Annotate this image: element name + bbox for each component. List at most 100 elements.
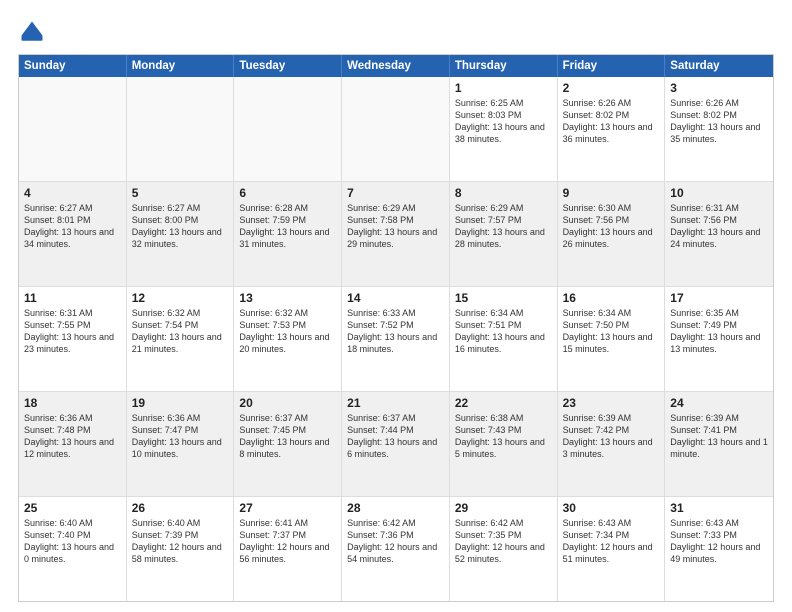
day-number: 9: [563, 186, 660, 200]
header-day-sunday: Sunday: [19, 55, 127, 77]
day-number: 8: [455, 186, 552, 200]
page: SundayMondayTuesdayWednesdayThursdayFrid…: [0, 0, 792, 612]
cell-info: Sunrise: 6:31 AM Sunset: 7:55 PM Dayligh…: [24, 307, 121, 356]
cell-info: Sunrise: 6:32 AM Sunset: 7:53 PM Dayligh…: [239, 307, 336, 356]
header-day-tuesday: Tuesday: [234, 55, 342, 77]
day-number: 7: [347, 186, 444, 200]
day-number: 20: [239, 396, 336, 410]
day-number: 4: [24, 186, 121, 200]
cell-info: Sunrise: 6:29 AM Sunset: 7:58 PM Dayligh…: [347, 202, 444, 251]
cell-info: Sunrise: 6:35 AM Sunset: 7:49 PM Dayligh…: [670, 307, 768, 356]
cal-cell-day-22: 22 Sunrise: 6:38 AM Sunset: 7:43 PM Dayli…: [450, 392, 558, 496]
cal-cell-day-21: 21 Sunrise: 6:37 AM Sunset: 7:44 PM Dayli…: [342, 392, 450, 496]
day-number: 16: [563, 291, 660, 305]
cal-row-2: 11 Sunrise: 6:31 AM Sunset: 7:55 PM Dayli…: [19, 287, 773, 392]
cal-cell-day-6: 6 Sunrise: 6:28 AM Sunset: 7:59 PM Daylig…: [234, 182, 342, 286]
cell-info: Sunrise: 6:43 AM Sunset: 7:33 PM Dayligh…: [670, 517, 768, 566]
cell-info: Sunrise: 6:33 AM Sunset: 7:52 PM Dayligh…: [347, 307, 444, 356]
cal-cell-day-1: 1 Sunrise: 6:25 AM Sunset: 8:03 PM Daylig…: [450, 77, 558, 181]
cal-cell-day-7: 7 Sunrise: 6:29 AM Sunset: 7:58 PM Daylig…: [342, 182, 450, 286]
day-number: 10: [670, 186, 768, 200]
day-number: 22: [455, 396, 552, 410]
cell-info: Sunrise: 6:42 AM Sunset: 7:36 PM Dayligh…: [347, 517, 444, 566]
cal-cell-day-5: 5Sunrise: 6:27 AM Sunset: 8:00 PM Daylig…: [127, 182, 235, 286]
cell-info: Sunrise: 6:37 AM Sunset: 7:44 PM Dayligh…: [347, 412, 444, 461]
cal-cell-day-30: 30 Sunrise: 6:43 AM Sunset: 7:34 PM Dayli…: [558, 497, 666, 601]
day-number: 17: [670, 291, 768, 305]
calendar-body: 1 Sunrise: 6:25 AM Sunset: 8:03 PM Daylig…: [19, 77, 773, 601]
day-number: 29: [455, 501, 552, 515]
cell-info: Sunrise: 6:36 AM Sunset: 7:47 PM Dayligh…: [132, 412, 229, 461]
cell-info: Sunrise: 6:42 AM Sunset: 7:35 PM Dayligh…: [455, 517, 552, 566]
cell-info: Sunrise: 6:39 AM Sunset: 7:42 PM Dayligh…: [563, 412, 660, 461]
day-number: 12: [132, 291, 229, 305]
cal-cell-day-11: 11 Sunrise: 6:31 AM Sunset: 7:55 PM Dayli…: [19, 287, 127, 391]
cal-cell-day-9: 9 Sunrise: 6:30 AM Sunset: 7:56 PM Daylig…: [558, 182, 666, 286]
cal-cell-empty: [127, 77, 235, 181]
cal-cell-day-3: 3 Sunrise: 6:26 AM Sunset: 8:02 PM Daylig…: [665, 77, 773, 181]
cal-cell-day-23: 23Sunrise: 6:39 AM Sunset: 7:42 PM Dayli…: [558, 392, 666, 496]
cell-info: Sunrise: 6:26 AM Sunset: 8:02 PM Dayligh…: [670, 97, 768, 146]
cal-cell-day-13: 13 Sunrise: 6:32 AM Sunset: 7:53 PM Dayli…: [234, 287, 342, 391]
day-number: 27: [239, 501, 336, 515]
calendar-header: SundayMondayTuesdayWednesdayThursdayFrid…: [19, 55, 773, 77]
cal-row-1: 4Sunrise: 6:27 AM Sunset: 8:01 PM Daylig…: [19, 182, 773, 287]
logo: [18, 18, 50, 46]
cell-info: Sunrise: 6:29 AM Sunset: 7:57 PM Dayligh…: [455, 202, 552, 251]
cal-cell-day-14: 14 Sunrise: 6:33 AM Sunset: 7:52 PM Dayli…: [342, 287, 450, 391]
cell-info: Sunrise: 6:43 AM Sunset: 7:34 PM Dayligh…: [563, 517, 660, 566]
cell-info: Sunrise: 6:40 AM Sunset: 7:40 PM Dayligh…: [24, 517, 121, 566]
cal-cell-day-28: 28 Sunrise: 6:42 AM Sunset: 7:36 PM Dayli…: [342, 497, 450, 601]
header: [18, 18, 774, 46]
cal-cell-day-31: 31 Sunrise: 6:43 AM Sunset: 7:33 PM Dayli…: [665, 497, 773, 601]
cell-info: Sunrise: 6:25 AM Sunset: 8:03 PM Dayligh…: [455, 97, 552, 146]
cal-cell-day-18: 18 Sunrise: 6:36 AM Sunset: 7:48 PM Dayli…: [19, 392, 127, 496]
day-number: 1: [455, 81, 552, 95]
cal-cell-day-20: 20 Sunrise: 6:37 AM Sunset: 7:45 PM Dayli…: [234, 392, 342, 496]
day-number: 21: [347, 396, 444, 410]
cal-cell-empty: [342, 77, 450, 181]
cell-info: Sunrise: 6:32 AM Sunset: 7:54 PM Dayligh…: [132, 307, 229, 356]
day-number: 11: [24, 291, 121, 305]
cell-info: Sunrise: 6:38 AM Sunset: 7:43 PM Dayligh…: [455, 412, 552, 461]
day-number: 19: [132, 396, 229, 410]
cell-info: Sunrise: 6:41 AM Sunset: 7:37 PM Dayligh…: [239, 517, 336, 566]
cell-info: Sunrise: 6:30 AM Sunset: 7:56 PM Dayligh…: [563, 202, 660, 251]
day-number: 26: [132, 501, 229, 515]
cal-row-3: 18 Sunrise: 6:36 AM Sunset: 7:48 PM Dayli…: [19, 392, 773, 497]
cell-info: Sunrise: 6:26 AM Sunset: 8:02 PM Dayligh…: [563, 97, 660, 146]
day-number: 30: [563, 501, 660, 515]
cal-cell-day-15: 15Sunrise: 6:34 AM Sunset: 7:51 PM Dayli…: [450, 287, 558, 391]
cal-cell-day-8: 8 Sunrise: 6:29 AM Sunset: 7:57 PM Daylig…: [450, 182, 558, 286]
cal-cell-day-16: 16 Sunrise: 6:34 AM Sunset: 7:50 PM Dayli…: [558, 287, 666, 391]
cal-cell-day-26: 26 Sunrise: 6:40 AM Sunset: 7:39 PM Dayli…: [127, 497, 235, 601]
header-day-saturday: Saturday: [665, 55, 773, 77]
header-day-monday: Monday: [127, 55, 235, 77]
cal-cell-day-10: 10 Sunrise: 6:31 AM Sunset: 7:56 PM Dayli…: [665, 182, 773, 286]
cell-info: Sunrise: 6:40 AM Sunset: 7:39 PM Dayligh…: [132, 517, 229, 566]
day-number: 15: [455, 291, 552, 305]
day-number: 3: [670, 81, 768, 95]
header-day-wednesday: Wednesday: [342, 55, 450, 77]
cell-info: Sunrise: 6:34 AM Sunset: 7:50 PM Dayligh…: [563, 307, 660, 356]
cal-cell-empty: [234, 77, 342, 181]
day-number: 6: [239, 186, 336, 200]
cal-cell-day-19: 19 Sunrise: 6:36 AM Sunset: 7:47 PM Dayli…: [127, 392, 235, 496]
day-number: 31: [670, 501, 768, 515]
cal-cell-day-17: 17 Sunrise: 6:35 AM Sunset: 7:49 PM Dayli…: [665, 287, 773, 391]
cell-info: Sunrise: 6:37 AM Sunset: 7:45 PM Dayligh…: [239, 412, 336, 461]
cal-cell-day-24: 24 Sunrise: 6:39 AM Sunset: 7:41 PM Dayli…: [665, 392, 773, 496]
day-number: 28: [347, 501, 444, 515]
cell-info: Sunrise: 6:28 AM Sunset: 7:59 PM Dayligh…: [239, 202, 336, 251]
day-number: 13: [239, 291, 336, 305]
cell-info: Sunrise: 6:36 AM Sunset: 7:48 PM Dayligh…: [24, 412, 121, 461]
header-day-friday: Friday: [558, 55, 666, 77]
day-number: 18: [24, 396, 121, 410]
cal-cell-day-27: 27 Sunrise: 6:41 AM Sunset: 7:37 PM Dayli…: [234, 497, 342, 601]
cell-info: Sunrise: 6:39 AM Sunset: 7:41 PM Dayligh…: [670, 412, 768, 461]
cal-cell-empty: [19, 77, 127, 181]
calendar: SundayMondayTuesdayWednesdayThursdayFrid…: [18, 54, 774, 602]
day-number: 24: [670, 396, 768, 410]
day-number: 14: [347, 291, 444, 305]
cell-info: Sunrise: 6:31 AM Sunset: 7:56 PM Dayligh…: [670, 202, 768, 251]
